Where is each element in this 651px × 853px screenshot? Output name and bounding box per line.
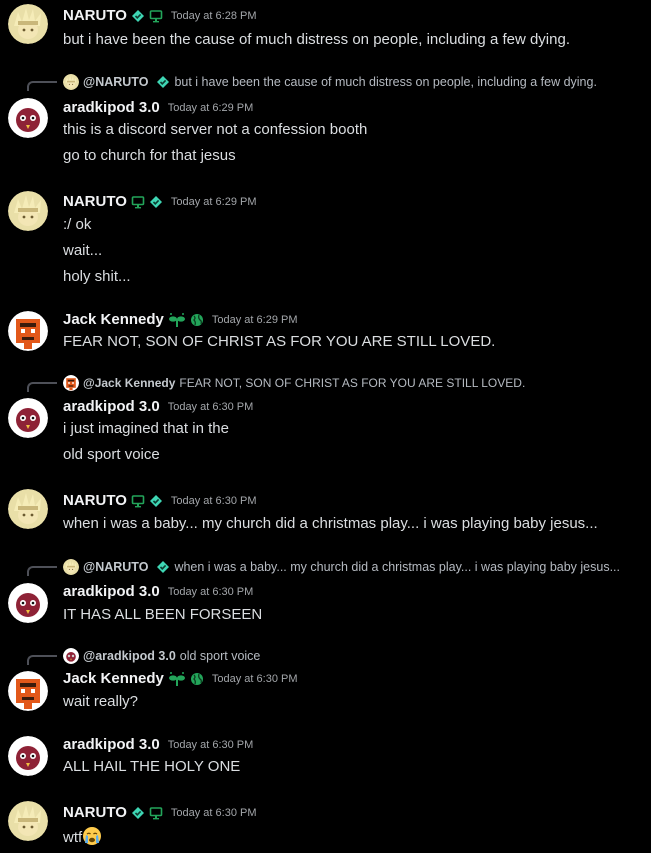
message-text: IT HAS ALL BEEN FORSEEN [63, 606, 263, 623]
message-text: holy shit... [63, 268, 131, 285]
message-text: ALL HAIL THE HOLY ONE [63, 758, 241, 775]
avatar-aradkipod[interactable] [8, 98, 48, 138]
avatar-jack[interactable] [8, 671, 48, 711]
avatar-naruto[interactable] [8, 4, 48, 44]
monitor-badge-icon [149, 9, 163, 23]
reply-spine [27, 81, 57, 91]
avatar-jack[interactable] [8, 311, 48, 351]
timestamp: Today at 6:30 PM [167, 738, 254, 751]
message-text: when i was a baby... my church did a chr… [63, 515, 598, 532]
avatar-aradkipod[interactable] [8, 736, 48, 776]
reply-username: @Jack Kennedy [83, 376, 176, 390]
username[interactable]: aradkipod 3.0 [63, 736, 160, 753]
timestamp: Today at 6:30 PM [167, 400, 254, 413]
timestamp: Today at 6:29 PM [170, 195, 257, 208]
avatar-aradkipod[interactable] [8, 583, 48, 623]
globe-badge-icon [190, 672, 204, 686]
monitor-badge-icon [149, 806, 163, 820]
message-text: go to church for that jesus [63, 147, 236, 164]
monitor-badge-icon [131, 195, 145, 209]
message-text: i just imagined that in the [63, 420, 229, 437]
timestamp: Today at 6:30 PM [167, 585, 254, 598]
message-text: but i have been the cause of much distre… [63, 31, 570, 48]
reply-preview[interactable]: @NARUTO but i have been the cause of muc… [63, 74, 597, 90]
reply-spine [27, 566, 57, 576]
timestamp: Today at 6:28 PM [170, 9, 257, 22]
reply-username: @aradkipod 3.0 [83, 649, 176, 663]
message-text-content: wtf [63, 829, 83, 846]
message-text: :/ ok [63, 216, 92, 233]
avatar-naruto[interactable] [8, 489, 48, 529]
message-text: wait really? [63, 693, 139, 710]
diamond-badge-icon [149, 494, 163, 508]
diamond-badge-icon [156, 560, 170, 574]
timestamp: Today at 6:30 PM [170, 806, 257, 819]
reply-preview[interactable]: @aradkipod 3.0 old sport voice [63, 648, 260, 664]
reply-avatar-naruto [63, 559, 79, 575]
username[interactable]: NARUTO [63, 492, 127, 509]
avatar-aradkipod[interactable] [8, 398, 48, 438]
username[interactable]: aradkipod 3.0 [63, 583, 160, 600]
crying-face-emoji [82, 826, 102, 846]
reply-preview[interactable]: @NARUTO when i was a baby... my church d… [63, 559, 620, 575]
timestamp: Today at 6:30 PM [211, 672, 298, 685]
username[interactable]: aradkipod 3.0 [63, 398, 160, 415]
message-text: wait... [63, 242, 103, 259]
avatar-naruto[interactable] [8, 801, 48, 841]
globe-badge-icon [190, 313, 204, 327]
reply-preview[interactable]: @Jack Kennedy FEAR NOT, SON OF CHRIST AS… [63, 375, 525, 391]
diamond-badge-icon [131, 9, 145, 23]
avatar-naruto[interactable] [8, 191, 48, 231]
diamond-badge-icon [149, 195, 163, 209]
timestamp: Today at 6:29 PM [211, 313, 298, 326]
reply-spine [27, 655, 57, 665]
sprout-badge-icon [168, 671, 186, 687]
message-text: wtf [63, 826, 102, 848]
reply-text: when i was a baby... my church did a chr… [174, 560, 621, 574]
diamond-badge-icon [156, 75, 170, 89]
reply-username: @NARUTO [83, 560, 149, 574]
reply-text: old sport voice [179, 649, 261, 663]
username[interactable]: Jack Kennedy [63, 311, 164, 328]
message-text: FEAR NOT, SON OF CHRIST AS FOR YOU ARE S… [63, 333, 496, 350]
username[interactable]: NARUTO [63, 193, 127, 210]
reply-username: @NARUTO [83, 75, 149, 89]
username[interactable]: NARUTO [63, 804, 127, 821]
message-text: old sport voice [63, 446, 160, 463]
diamond-badge-icon [131, 806, 145, 820]
reply-avatar-aradkipod [63, 648, 79, 664]
timestamp: Today at 6:30 PM [170, 494, 257, 507]
message-text: this is a discord server not a confessio… [63, 121, 368, 138]
sprout-badge-icon [168, 312, 186, 328]
reply-text: FEAR NOT, SON OF CHRIST AS FOR YOU ARE S… [179, 376, 526, 390]
reply-text: but i have been the cause of much distre… [174, 75, 597, 89]
reply-spine [27, 382, 57, 392]
reply-avatar-naruto [63, 74, 79, 90]
monitor-badge-icon [131, 494, 145, 508]
timestamp: Today at 6:29 PM [167, 101, 254, 114]
reply-avatar-jack [63, 375, 79, 391]
username[interactable]: aradkipod 3.0 [63, 99, 160, 116]
username[interactable]: Jack Kennedy [63, 670, 164, 687]
username[interactable]: NARUTO [63, 7, 127, 24]
